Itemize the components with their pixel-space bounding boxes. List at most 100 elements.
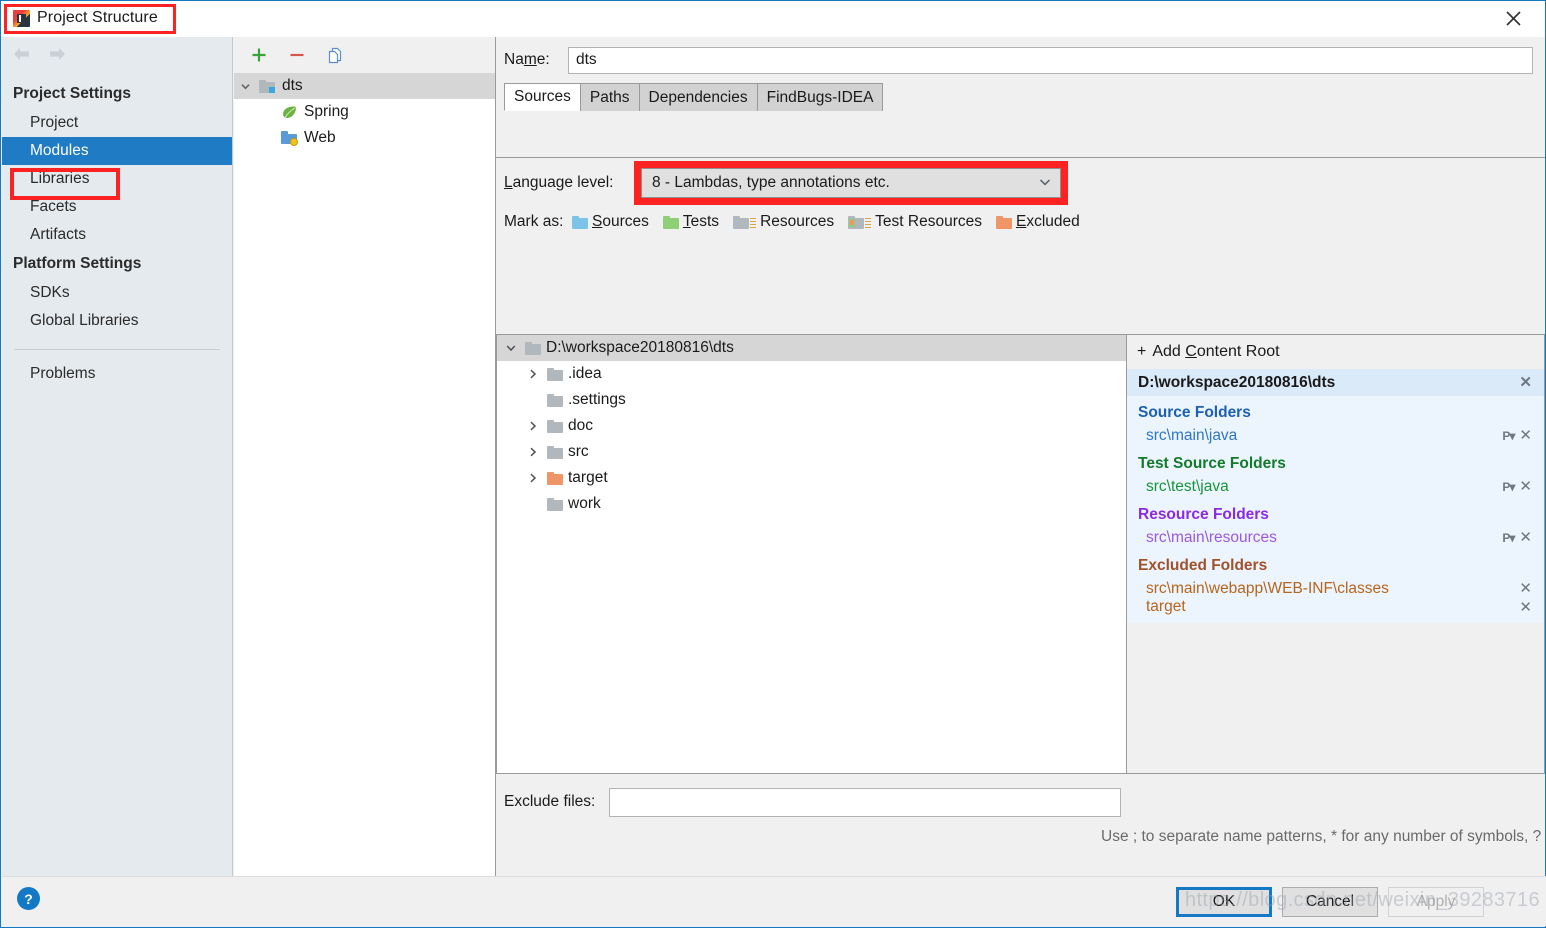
- module-tree-row-web[interactable]: Web: [234, 125, 495, 151]
- help-icon[interactable]: ?: [17, 887, 40, 910]
- module-tree-label: Spring: [304, 103, 349, 120]
- group-title-resource-folders: Resource Folders: [1138, 506, 1269, 523]
- excluded-folder-row[interactable]: src\main\webapp\WEB-INF\classes ✕: [1127, 577, 1544, 600]
- language-level-value: 8 - Lambdas, type annotations etc.: [652, 174, 890, 191]
- module-folder-icon: [256, 79, 278, 93]
- resource-folder-row[interactable]: src\main\resources P▾ ✕: [1127, 526, 1544, 549]
- sidebar-item-artifacts[interactable]: Artifacts: [2, 221, 232, 249]
- chevron-right-icon[interactable]: [519, 368, 547, 380]
- mark-as-resources-button[interactable]: Resources: [733, 213, 834, 231]
- minus-icon[interactable]: [286, 44, 308, 66]
- tab-paths[interactable]: Paths: [579, 83, 640, 111]
- tree-row-label: src: [568, 443, 589, 460]
- mark-as-sources-button[interactable]: Sources: [572, 213, 649, 231]
- sidebar-item-problems[interactable]: Problems: [2, 360, 232, 388]
- tree-row-label: D:\workspace20180816\dts: [546, 339, 734, 356]
- tab-findbugs-idea[interactable]: FindBugs-IDEA: [756, 83, 884, 111]
- tree-row-label: target: [568, 469, 608, 486]
- sidebar-item-facets[interactable]: Facets: [2, 193, 232, 221]
- tree-row-content-root[interactable]: D:\workspace20180816\dts: [497, 335, 1126, 361]
- sidebar-item-libraries[interactable]: Libraries: [2, 165, 232, 193]
- close-icon[interactable]: [1485, 1, 1541, 36]
- modules-panel: dts Spring Web: [234, 37, 496, 878]
- tree-row-idea[interactable]: .idea: [497, 361, 1126, 387]
- mark-as-label: Mark as:: [504, 213, 564, 230]
- dialog-button-group: OK Cancel Apply: [1176, 887, 1484, 917]
- mark-as-option-label: Excluded: [1015, 213, 1080, 230]
- sidebar-item-modules[interactable]: Modules: [2, 137, 232, 165]
- close-icon[interactable]: ✕: [1519, 428, 1532, 443]
- package-prefix-icon[interactable]: P▾: [1502, 429, 1515, 443]
- mark-as-tests-button[interactable]: Tests: [662, 213, 719, 231]
- excluded-folder-row[interactable]: target ✕: [1127, 598, 1544, 623]
- folder-path: src\main\webapp\WEB-INF\classes: [1146, 579, 1389, 597]
- tree-row-target[interactable]: target: [497, 465, 1126, 491]
- module-tree-row-dts[interactable]: dts: [234, 73, 495, 99]
- package-prefix-icon[interactable]: P▾: [1502, 531, 1515, 545]
- chevron-right-icon[interactable]: [519, 446, 547, 458]
- resources-folder-icon: [733, 215, 750, 229]
- module-tree-row-spring[interactable]: Spring: [234, 99, 495, 125]
- folder-icon: [547, 393, 563, 407]
- chevron-right-icon[interactable]: [519, 472, 547, 484]
- tests-folder-icon: [662, 215, 679, 229]
- language-level-select[interactable]: 8 - Lambdas, type annotations etc.: [641, 168, 1061, 198]
- close-icon[interactable]: ✕: [1519, 530, 1532, 545]
- tree-row-src[interactable]: src: [497, 439, 1126, 465]
- source-folder-row[interactable]: src\main\java P▾ ✕: [1127, 424, 1544, 447]
- row-actions: P▾ ✕: [1502, 428, 1532, 443]
- arrow-left-icon[interactable]: [11, 45, 33, 65]
- folder-path: target: [1146, 598, 1186, 615]
- close-icon[interactable]: ✕: [1519, 581, 1532, 596]
- row-actions: P▾ ✕: [1502, 530, 1532, 545]
- modules-tree: dts Spring Web: [234, 73, 495, 151]
- tab-sources[interactable]: Sources: [504, 83, 581, 111]
- tree-row-work[interactable]: work: [497, 491, 1126, 517]
- close-icon[interactable]: ✕: [1519, 479, 1532, 494]
- tree-row-label: .idea: [568, 365, 602, 382]
- sidebar-item-global-libraries[interactable]: Global Libraries: [2, 307, 232, 335]
- close-icon[interactable]: ✕: [1519, 375, 1532, 390]
- window-title-group: Project Structure: [13, 9, 158, 27]
- sidebar-item-project[interactable]: Project: [2, 109, 232, 137]
- cancel-button[interactable]: Cancel: [1282, 887, 1378, 917]
- module-name-input[interactable]: [568, 46, 1533, 74]
- plus-icon[interactable]: [248, 44, 270, 66]
- arrow-right-icon[interactable]: [46, 45, 68, 65]
- sidebar-group-header-platform-settings: Platform Settings: [13, 255, 142, 272]
- mark-as-test-resources-button[interactable]: Test Resources: [848, 213, 982, 231]
- chevron-down-icon[interactable]: [497, 342, 525, 354]
- copy-icon[interactable]: [324, 44, 346, 66]
- mark-as-excluded-button[interactable]: Excluded: [995, 213, 1080, 231]
- chevron-down-icon[interactable]: [234, 81, 256, 92]
- row-actions: P▾ ✕: [1502, 479, 1532, 494]
- package-prefix-icon[interactable]: P▾: [1502, 480, 1515, 494]
- web-facet-icon: [278, 131, 300, 146]
- resource-lines-icon: [750, 217, 757, 228]
- close-icon[interactable]: ✕: [1519, 600, 1532, 615]
- tree-row-settings[interactable]: .settings: [497, 387, 1126, 413]
- tab-dependencies[interactable]: Dependencies: [638, 83, 758, 111]
- content-folder-tree: D:\workspace20180816\dts .idea .settings…: [496, 334, 1126, 774]
- window-title: Project Structure: [37, 9, 158, 26]
- folder-icon: [525, 341, 541, 355]
- title-bar: Project Structure: [1, 1, 1545, 37]
- language-level-label: Language level:: [504, 174, 614, 191]
- module-tab-bar: Sources Paths Dependencies FindBugs-IDEA: [504, 83, 1545, 111]
- test-resources-folder-icon: [848, 215, 865, 229]
- folder-icon: [547, 497, 563, 511]
- chevron-right-icon[interactable]: [519, 420, 547, 432]
- tree-row-label: .settings: [568, 391, 626, 408]
- add-content-root-button[interactable]: + Add Content Root: [1127, 335, 1544, 369]
- module-tree-label: Web: [304, 129, 336, 146]
- ok-button[interactable]: OK: [1176, 887, 1272, 917]
- sidebar-item-sdks[interactable]: SDKs: [2, 279, 232, 307]
- group-title-test-source-folders: Test Source Folders: [1138, 455, 1286, 472]
- tree-row-label: doc: [568, 417, 593, 434]
- modules-toolbar: [234, 37, 495, 73]
- tree-row-doc[interactable]: doc: [497, 413, 1126, 439]
- test-source-folder-row[interactable]: src\test\java P▾ ✕: [1127, 475, 1544, 498]
- exclude-files-input[interactable]: [609, 788, 1121, 817]
- settings-sidebar: Project Settings Project Modules Librari…: [2, 37, 233, 878]
- sidebar-nav-arrows: [2, 37, 232, 73]
